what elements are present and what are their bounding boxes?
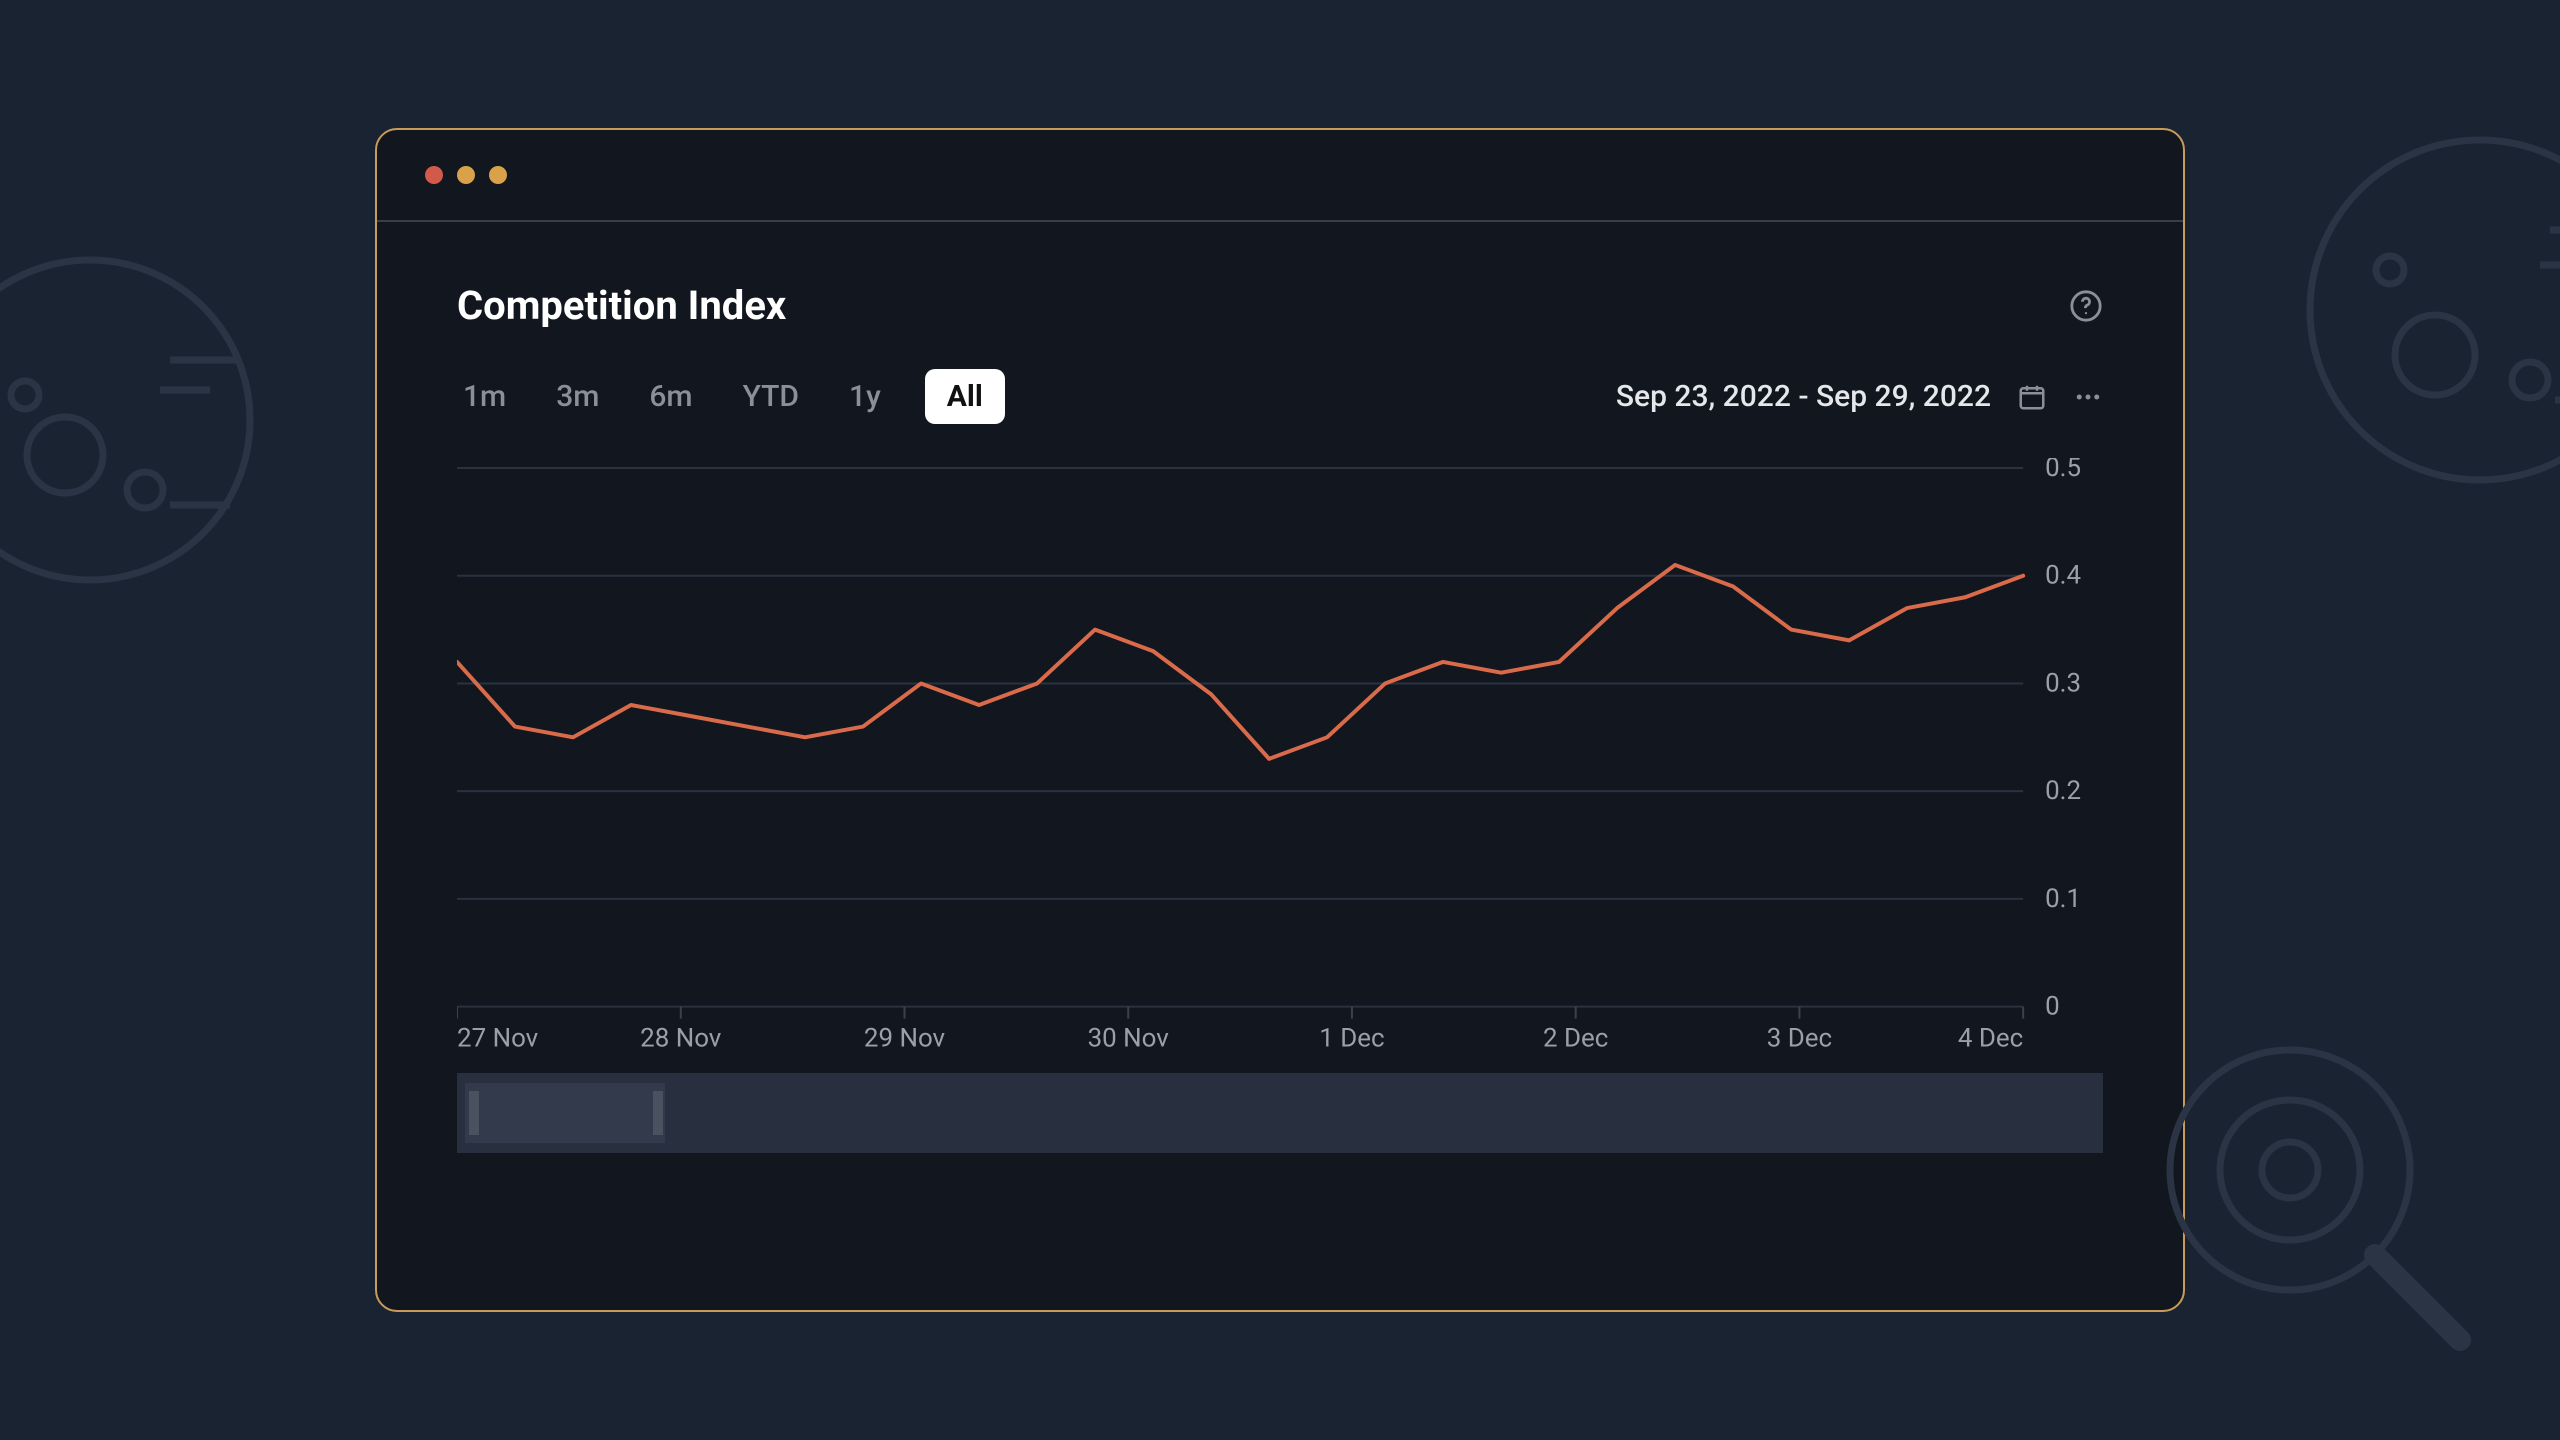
help-icon[interactable] [2069, 289, 2103, 323]
x-tick-label: 2 Dec [1543, 1024, 1608, 1054]
x-tick-label: 27 Nov [457, 1024, 539, 1054]
date-range-label: Sep 23, 2022 - Sep 29, 2022 [1616, 379, 1991, 414]
y-tick-label: 0.3 [2045, 668, 2081, 698]
scrubber-selection[interactable] [465, 1083, 665, 1143]
more-icon[interactable] [2073, 382, 2103, 412]
range-button-1m[interactable]: 1m [457, 371, 512, 422]
range-button-6m[interactable]: 6m [643, 371, 698, 422]
time-range-selector: 1m 3m 6m YTD 1y All [457, 369, 1005, 424]
time-scrubber[interactable] [457, 1073, 2103, 1153]
x-tick-label: 3 Dec [1767, 1024, 1832, 1054]
card-content: Competition Index 1m 3m 6m YTD 1y All Sep 23,… [377, 222, 2183, 1310]
line-chart: 0 0.1 0.2 0.3 0.4 0.5 27 Nov 28 Nov 29 Nov 30 Nov… [457, 458, 2103, 1057]
y-tick-label: 0.5 [2045, 458, 2081, 483]
range-button-1y[interactable]: 1y [843, 371, 887, 422]
y-tick-label: 0.1 [2045, 884, 2081, 914]
range-button-all[interactable]: All [925, 369, 1005, 424]
x-tick-label: 29 Nov [864, 1024, 946, 1054]
scrubber-handle-right[interactable] [653, 1091, 663, 1135]
y-tick-label: 0 [2045, 992, 2060, 1022]
window-minimize-dot[interactable] [457, 166, 475, 184]
magnifier-decor [2140, 1020, 2500, 1380]
x-tick-label: 1 Dec [1319, 1024, 1384, 1054]
window-close-dot[interactable] [425, 166, 443, 184]
app-window: Competition Index 1m 3m 6m YTD 1y All Sep 23,… [375, 128, 2185, 1312]
planet-decor-top-right [2290, 120, 2560, 500]
x-tick-label: 30 Nov [1088, 1024, 1170, 1054]
chart-title: Competition Index [457, 282, 786, 329]
planet-decor-left [0, 240, 270, 600]
calendar-icon[interactable] [2017, 382, 2047, 412]
x-tick-label: 4 Dec [1958, 1024, 2023, 1054]
x-tick-label: 28 Nov [640, 1024, 722, 1054]
range-button-3m[interactable]: 3m [550, 371, 605, 422]
window-titlebar [377, 130, 2183, 222]
range-button-ytd[interactable]: YTD [737, 371, 805, 422]
y-tick-label: 0.2 [2045, 776, 2081, 806]
window-maximize-dot[interactable] [489, 166, 507, 184]
y-tick-label: 0.4 [2045, 561, 2081, 591]
scrubber-handle-left[interactable] [469, 1091, 479, 1135]
series-line [457, 565, 2023, 759]
